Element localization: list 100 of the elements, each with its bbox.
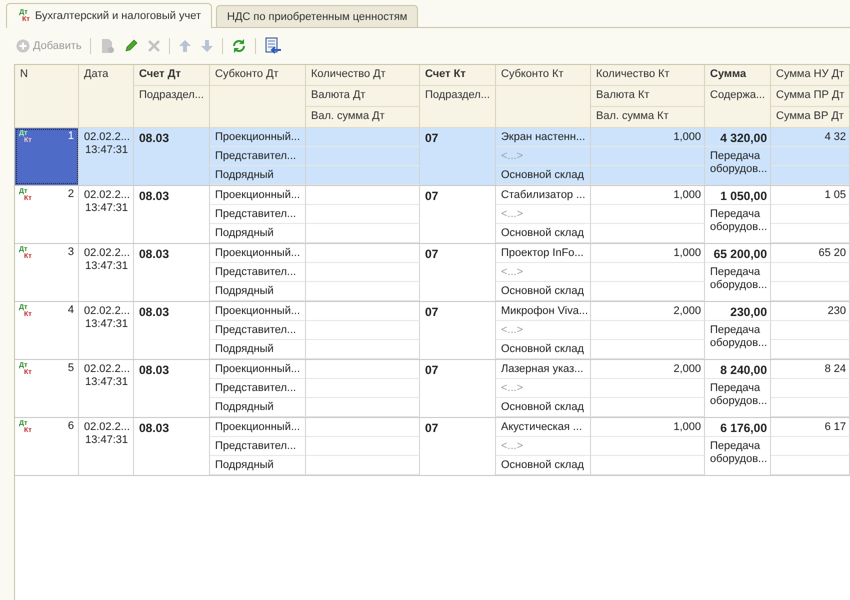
table-cell: Представител... (215, 150, 296, 162)
table-cell: 02.02.2... (84, 305, 130, 318)
table-cell: 8 24 (824, 363, 846, 375)
table-cell: Подрядный (215, 169, 274, 181)
table-cell: 02.02.2... (84, 363, 130, 376)
column-subheader: Сумма ВР Дт (776, 110, 844, 122)
table-cell: 13:47:31 (85, 260, 128, 273)
table-cell: Проекционный... (215, 363, 300, 375)
table-cell: 1,000 (673, 421, 701, 433)
table-cell: 07 (425, 247, 438, 261)
table-cell: 4 (68, 304, 74, 316)
column-subheader: Подраздел... (425, 89, 490, 101)
table-cell: 1,000 (673, 247, 701, 259)
column-subheader: Вал. сумма Кт (596, 110, 669, 122)
table-cell: 2 (68, 188, 74, 200)
column-subheader: Валюта Кт (596, 89, 650, 101)
table-cell: Передача оборудов... (710, 382, 768, 407)
table-cell: Основной склад (501, 169, 584, 181)
table-cell: 13:47:31 (85, 376, 128, 389)
column-header: N (20, 68, 28, 80)
table-cell: <...> (501, 324, 524, 336)
table-cell: Передача оборудов... (710, 266, 768, 291)
column-header: Субконто Дт (215, 68, 279, 80)
table-cell: 08.03 (139, 247, 170, 261)
table-cell: 08.03 (139, 305, 170, 319)
table-cell: Лазерная указ... (501, 363, 584, 375)
table-cell: 02.02.2... (84, 189, 130, 202)
table-cell: Основной склад (501, 343, 584, 355)
add-icon (16, 39, 30, 53)
table-cell: Проекционный... (215, 421, 300, 433)
table-cell: 1,000 (673, 189, 701, 201)
column-subheader: Вал. сумма Дт (311, 110, 385, 122)
table-cell: 1,000 (673, 131, 701, 143)
table-cell: Акустическая ... (501, 421, 582, 433)
table-cell: 13:47:31 (85, 144, 128, 157)
table-cell: Представител... (215, 324, 296, 336)
table-cell: Представител... (215, 382, 296, 394)
table-cell: Проектор InFo... (501, 247, 584, 259)
column-subheader: Подраздел... (139, 89, 204, 101)
table-cell: 230,00 (730, 305, 767, 319)
column-subheader: Валюта Дт (311, 89, 366, 101)
table-cell: 07 (425, 421, 438, 435)
table-cell: 6 17 (824, 421, 846, 433)
table-cell: Стабилизатор ... (501, 189, 586, 201)
table-cell: Основной склад (501, 459, 584, 471)
table-cell: 02.02.2... (84, 421, 130, 434)
table-cell: 07 (425, 363, 438, 377)
table-cell: 2,000 (673, 305, 701, 317)
table-cell: Представител... (215, 440, 296, 452)
table-cell: 1 05 (824, 189, 846, 201)
table-cell: Проекционный... (215, 247, 300, 259)
table-cell: <...> (501, 208, 524, 220)
table-cell: Подрядный (215, 459, 274, 471)
table-cell: 07 (425, 189, 438, 203)
table-cell: Передача оборудов... (710, 324, 768, 349)
table-cell: Проекционный... (215, 189, 300, 201)
table-cell: Экран настенн... (501, 131, 586, 143)
table-cell: 13:47:31 (85, 202, 128, 215)
table-cell: <...> (501, 382, 524, 394)
table-cell: Представител... (215, 208, 296, 220)
table-cell: Проекционный... (215, 131, 300, 143)
table-cell: 6 176,00 (720, 421, 767, 435)
table-cell: Основной склад (501, 285, 584, 297)
table-cell: 07 (425, 131, 438, 145)
column-header: Сумма (710, 68, 746, 80)
column-header: Сумма НУ Дт (776, 68, 844, 80)
table-cell: 1 (68, 130, 74, 142)
table-cell: 4 32 (824, 131, 846, 143)
table-cell: 3 (68, 246, 74, 258)
table-cell: 65 200,00 (714, 247, 767, 261)
table-cell: 08.03 (139, 363, 170, 377)
table-cell: 13:47:31 (85, 318, 128, 331)
table-cell: Представител... (215, 266, 296, 278)
column-header: Счет Дт (139, 68, 181, 80)
table-cell: Передача оборудов... (710, 440, 768, 465)
table-cell: 08.03 (139, 189, 170, 203)
table-cell: Основной склад (501, 227, 584, 239)
table-cell: Проекционный... (215, 305, 300, 317)
column-header: Дата (84, 68, 108, 80)
table-cell: <...> (501, 266, 524, 278)
table-cell: 65 20 (818, 247, 846, 259)
table-cell: Микрофон Viva... (501, 305, 588, 317)
column-header: Субконто Кт (501, 68, 564, 80)
column-header: Количество Кт (596, 68, 670, 80)
column-header: Счет Кт (425, 68, 466, 80)
table-cell: 08.03 (139, 131, 170, 145)
table-cell: 4 320,00 (720, 131, 767, 145)
table-cell: 6 (68, 420, 74, 432)
table-cell: 8 240,00 (720, 363, 767, 377)
table-cell: 5 (68, 362, 74, 374)
table-cell: 02.02.2... (84, 247, 130, 260)
column-subheader: Сумма ПР Дт (776, 89, 844, 101)
column-header: Количество Дт (311, 68, 386, 80)
table-cell: Подрядный (215, 401, 274, 413)
table-cell: 02.02.2... (84, 131, 130, 144)
table-cell: Подрядный (215, 227, 274, 239)
table-cell: 08.03 (139, 421, 170, 435)
table-cell: 230 (828, 305, 846, 317)
table-cell: Подрядный (215, 343, 274, 355)
tab[interactable]: НДС по приобретенным ценностям (216, 5, 418, 27)
